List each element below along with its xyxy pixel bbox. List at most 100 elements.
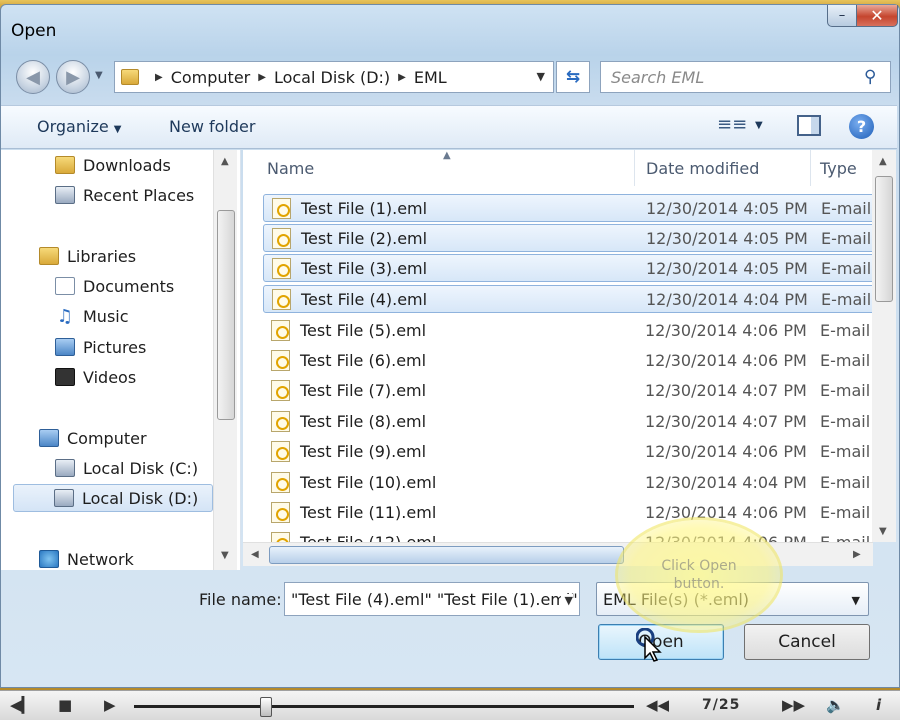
file-row[interactable]: Test File (2).eml 12/30/2014 4:05 PM E-mai… [263,224,873,252]
breadcrumb-computer[interactable]: Computer [171,68,251,87]
nav-pane-scrollbar[interactable]: ▲ ▼ [213,150,237,570]
column-header-date-modified[interactable]: Date modified [646,150,759,186]
nav-item-local-disk-c[interactable]: Local Disk (C:) [55,454,198,482]
column-divider[interactable] [634,150,635,186]
search-input[interactable]: Search EML ⚲ [600,61,891,93]
file-row[interactable]: Test File (12).eml12/30/2014 4:06 PME-ma… [263,528,873,542]
breadcrumb-eml[interactable]: EML [414,68,447,87]
file-row[interactable]: Test File (1).eml 12/30/2014 4:05 PM E-mai… [263,194,873,222]
scroll-right-icon[interactable]: ▶ [853,549,861,560]
nav-item-network[interactable]: Network [39,545,134,570]
nav-item-videos[interactable]: Videos [55,363,136,391]
back-button[interactable]: ◀ [16,60,50,94]
file-name-input[interactable]: "Test File (4).eml" "Test File (1).eml" … [284,582,580,616]
file-row[interactable]: Test File (5).eml 12/30/2014 4:06 PM E-mai… [263,316,873,344]
preview-pane-icon[interactable] [797,115,821,136]
file-type: E-mail [820,320,871,340]
refresh-icon: ⇆ [565,67,581,87]
nav-item-pictures[interactable]: Pictures [55,333,146,361]
address-dropdown-chevron-icon[interactable]: ▼ [537,70,545,83]
recent-locations-chevron-icon[interactable]: ▼ [95,70,103,81]
minimize-button[interactable]: – [827,5,857,27]
breadcrumb-separator-icon[interactable]: ▶ [258,72,266,83]
file-date: 12/30/2014 4:05 PM [646,198,808,218]
horizontal-scroll-thumb[interactable] [269,546,624,564]
nav-item-downloads[interactable]: Downloads [55,151,171,179]
rewind-icon[interactable]: ◀◀ [646,696,669,714]
libraries-icon [39,247,59,265]
file-row[interactable]: Test File (10).eml 12/30/2014 4:04 PM E-ma… [263,468,873,496]
nav-item-label: Local Disk (C:) [83,458,199,478]
help-icon[interactable]: ? [849,114,874,139]
downloads-folder-icon [55,156,75,174]
skip-to-start-icon[interactable]: ◀▎ [10,696,33,714]
scroll-down-icon[interactable]: ▼ [221,550,229,561]
eml-file-icon [271,379,290,401]
file-name-label: File name: [199,590,282,609]
file-name-chevron-down-icon[interactable]: ▼ [560,594,573,607]
organize-button[interactable]: Organize ▼ [37,117,121,136]
column-divider[interactable] [810,150,811,186]
column-header-type[interactable]: Type [820,150,857,186]
nav-item-libraries[interactable]: Libraries [39,242,136,270]
play-icon[interactable]: ▶ [104,696,116,714]
scroll-up-icon[interactable]: ▲ [221,156,229,167]
new-folder-button[interactable]: New folder [169,117,255,136]
eml-file-icon [272,227,291,249]
file-date: 12/30/2014 4:05 PM [646,258,808,278]
file-type-chevron-down-icon[interactable]: ▼ [852,594,860,607]
column-header-name[interactable]: Name [267,150,314,186]
file-list-scroll-thumb[interactable] [875,176,893,302]
scroll-up-icon[interactable]: ▲ [879,156,887,167]
file-row[interactable]: Test File (3).eml 12/30/2014 4:05 PM E-mai… [263,254,873,282]
view-chevron-down-icon[interactable]: ▼ [755,120,763,131]
nav-item-music[interactable]: ♫ Music [55,302,129,330]
nav-item-recent-places[interactable]: Recent Places [55,181,194,209]
computer-icon [39,429,59,447]
info-icon[interactable]: i [876,696,881,714]
file-row[interactable]: Test File (7).eml 12/30/2014 4:07 PM E-mai… [263,376,873,404]
scroll-down-icon[interactable]: ▼ [879,526,887,537]
stop-icon[interactable]: ■ [58,696,72,714]
file-list-horizontal-scrollbar[interactable]: ◀ ▶ [243,542,873,566]
nav-item-label: Videos [83,367,137,387]
eml-file-icon [271,471,290,493]
file-date: 12/30/2014 4:04 PM [646,289,808,309]
file-date: 12/30/2014 4:07 PM [645,380,807,400]
eml-file-icon [271,410,290,432]
cancel-button[interactable]: Cancel [744,624,870,660]
nav-item-computer[interactable]: Computer [39,424,147,452]
nav-item-local-disk-d[interactable]: Local Disk (D:) [13,484,213,512]
breadcrumb-separator-icon[interactable]: ▶ [398,72,406,83]
dialog-title: Open [11,21,57,41]
playback-progress-handle[interactable] [260,697,272,717]
file-date: 12/30/2014 4:06 PM [645,320,807,340]
videos-icon [55,368,75,386]
close-button[interactable]: ✕ [856,5,898,27]
refresh-button[interactable]: ⇆ [556,61,590,93]
nav-item-documents[interactable]: Documents [55,272,174,300]
file-row[interactable]: Test File (9).eml 12/30/2014 4:06 PM E-mai… [263,437,873,465]
playback-progress-track[interactable] [134,705,634,708]
file-row[interactable]: Test File (8).eml 12/30/2014 4:07 PM E-mai… [263,407,873,435]
file-row[interactable]: Test File (11).eml 12/30/2014 4:06 PM E-ma… [263,498,873,526]
file-name: Test File (8).eml [300,411,427,431]
file-type: E-mail [821,289,872,309]
scroll-left-icon[interactable]: ◀ [251,549,259,560]
address-bar[interactable]: ▶ Computer ▶ Local Disk (D:) ▶ EML ▼ [114,61,554,93]
file-date: 12/30/2014 4:06 PM [645,350,807,370]
fast-forward-icon[interactable]: ▶▶ [782,696,805,714]
breadcrumb-local-disk-d[interactable]: Local Disk (D:) [274,68,390,87]
nav-pane-scroll-thumb[interactable] [217,210,235,420]
file-row[interactable]: Test File (4).eml 12/30/2014 4:04 PM E-mai… [263,285,873,313]
nav-item-label: Network [67,549,134,569]
file-list-vertical-scrollbar[interactable]: ▲ ▼ [872,150,896,542]
search-icon[interactable]: ⚲ [864,67,884,87]
tutorial-callout: Click Open button. [618,520,780,630]
forward-button[interactable]: ▶ [56,60,90,94]
breadcrumb-separator-icon[interactable]: ▶ [155,72,163,83]
view-options-icon[interactable]: ≡≡ [717,114,747,135]
file-row[interactable]: Test File (6).eml 12/30/2014 4:06 PM E-mai… [263,346,873,374]
file-type: E-mail [820,350,871,370]
volume-icon[interactable]: 🔈 [826,696,845,714]
